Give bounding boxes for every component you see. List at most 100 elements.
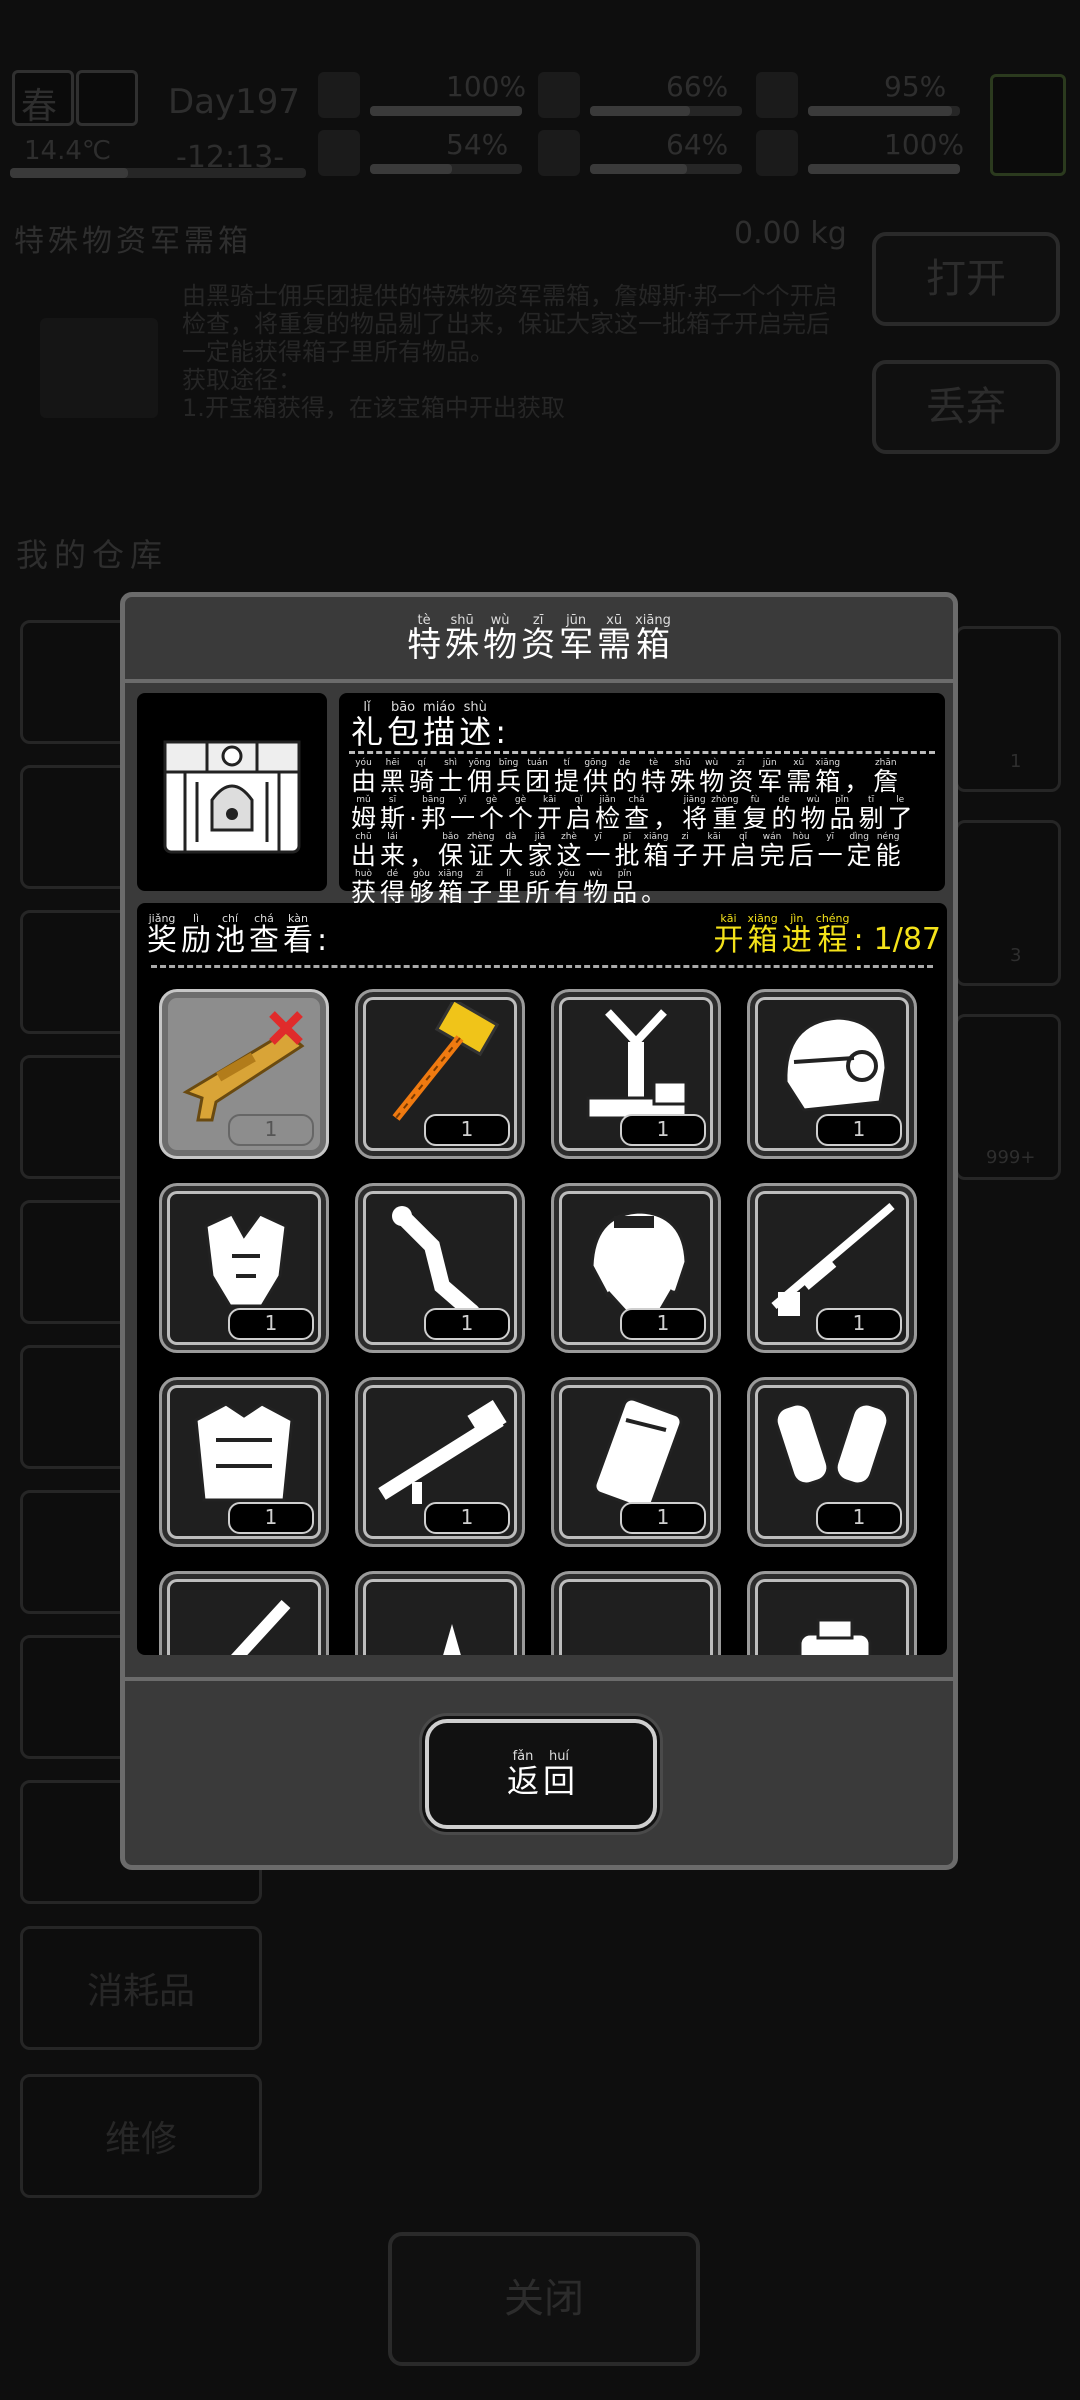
reward-slot[interactable]: 1	[551, 989, 721, 1159]
ruby-char: miáo 描	[423, 700, 456, 751]
ruby-char: xiāng 箱	[643, 832, 669, 870]
ruby-char: bāo 包	[387, 700, 420, 751]
reward-slot[interactable]: 1	[747, 989, 917, 1159]
backpack-icon	[798, 1618, 872, 1655]
heart-value: 100%	[884, 128, 965, 161]
ruby-char: kāi 开	[713, 912, 744, 958]
dialog-title: tè 特 shū 殊 wù 物 zī 资 jūn 军 xū 需 xiāng 箱	[125, 597, 953, 683]
ruby-char: xiāng 箱	[747, 912, 778, 958]
side-item-consumables[interactable]: 消耗品	[20, 1926, 262, 2050]
minigun-icon	[231, 1599, 291, 1655]
ruby-char: tè 特	[641, 758, 667, 796]
reward-slot[interactable]: 1	[355, 1377, 525, 1547]
reward-slot[interactable]	[159, 1571, 329, 1655]
ruby-char: néng 能	[875, 832, 901, 870]
ruby-char: fù 复	[742, 795, 768, 833]
ruby-char: yī 一	[450, 795, 476, 833]
reward-slot[interactable]	[355, 1571, 525, 1655]
ruby-char: :	[495, 713, 507, 751]
mood-bar	[808, 106, 960, 116]
reward-slot[interactable]: 1	[551, 1183, 721, 1353]
ruby-char: chá 查	[249, 912, 279, 958]
ruby-char: 。	[641, 878, 667, 907]
crate-info: lǐ 礼 bāo 包 miáo 描 shù 述 : yóu 由 hēi 黑 qí 骑 shì 士 yōng 佣 b…	[137, 693, 947, 906]
ruby-char: huò 获	[351, 869, 377, 907]
ruby-char: qǐ 启	[730, 832, 756, 870]
food-icon	[538, 72, 580, 118]
ruby-char: shū 殊	[445, 613, 480, 665]
description-line: yóu 由 hēi 黑 qí 骑 shì 士 yōng 佣 bīng 兵 tuán 团 tí 提 gōng 供 de…	[349, 758, 935, 795]
item-count-badge: 1	[424, 1502, 510, 1534]
ruby-char: chū 出	[351, 832, 377, 870]
ruby-char: ，	[844, 767, 870, 796]
close-button[interactable]: 关闭	[388, 2232, 700, 2366]
ruby-char: zi 子	[672, 832, 698, 870]
reward-slot[interactable]	[551, 1571, 721, 1655]
ruby-char: pǐn 品	[829, 795, 855, 833]
reward-slot[interactable]: 1	[159, 1377, 329, 1547]
back-button[interactable]: fǎn 返 huí 回	[425, 1719, 657, 1829]
ruby-char: zhòng 重	[711, 795, 739, 833]
health-icon	[318, 72, 360, 118]
ruby-char: :	[317, 923, 328, 958]
reward-slot[interactable]: 1	[355, 989, 525, 1159]
item-description: 由黑骑士佣兵团提供的特殊物资军需箱，詹姆斯·邦一个个开启检查，将重复的物品剔了出…	[182, 282, 838, 422]
ruby-char: chéng 程	[815, 912, 850, 958]
open-button[interactable]: 打开	[872, 232, 1060, 326]
shoulder-armor-icon	[204, 1212, 288, 1308]
ruby-char: hòu 后	[788, 832, 814, 870]
backpack-slot	[990, 74, 1066, 176]
ruby-char: wù 物	[800, 795, 826, 833]
reward-slot[interactable]	[747, 1571, 917, 1655]
warehouse-slot[interactable]: 999+	[955, 1014, 1061, 1180]
ruby-char: jiā 家	[527, 832, 553, 870]
food-value: 66%	[666, 70, 729, 103]
warehouse-slot[interactable]: 1	[955, 626, 1061, 792]
ruby-char: ，	[653, 804, 679, 833]
ruby-char: xū 需	[597, 613, 632, 665]
ruby-char: zhè 这	[556, 832, 582, 870]
ruby-char: wù 物	[699, 758, 725, 796]
divider	[349, 751, 935, 754]
warehouse-slot[interactable]: 3	[955, 820, 1061, 986]
ruby-char: dà 大	[498, 832, 524, 870]
ruby-char: kàn 看	[283, 912, 313, 958]
discard-button[interactable]: 丢弃	[872, 360, 1060, 454]
ruby-char: fǎn 返	[506, 1749, 539, 1800]
reward-slot[interactable]: 1	[159, 989, 329, 1159]
progress-value: 1/87	[873, 922, 941, 957]
warehouse-title: 我的仓库	[16, 536, 169, 574]
crate-icon	[137, 693, 327, 891]
ruby-char: chá 查	[624, 795, 650, 833]
stamina-icon	[318, 130, 360, 176]
reward-slot[interactable]: 1	[355, 1183, 525, 1353]
heart-bar	[808, 164, 960, 174]
ruby-char: chí 池	[215, 912, 245, 958]
item-count-badge: 1	[620, 1114, 706, 1146]
ruby-char: zhèng 证	[467, 832, 495, 870]
ruby-char: pǐn 品	[612, 869, 638, 907]
ruby-char: bīng 兵	[496, 758, 522, 796]
ruby-char: pī 批	[614, 832, 640, 870]
ruby-char: tuán 团	[525, 758, 551, 796]
reward-slot[interactable]: 1	[747, 1183, 917, 1353]
pool-label: jiǎng 奖 lì 励 chí 池 chá 查 kàn 看 :	[145, 907, 329, 957]
ruby-char: yóu 由	[351, 758, 377, 796]
ruby-char: yī 一	[817, 832, 843, 870]
reward-slot[interactable]: 1	[159, 1183, 329, 1353]
ruby-char: xiāng 箱	[815, 758, 841, 796]
ruby-char: dé 得	[380, 869, 406, 907]
ruby-char: ，	[409, 841, 435, 870]
ruby-char: :	[853, 923, 864, 958]
reward-slot[interactable]: 1	[551, 1377, 721, 1547]
season-badge: 春	[12, 70, 74, 127]
ruby-char: jiāng 将	[682, 795, 708, 833]
ruby-char: de 的	[771, 795, 797, 833]
ruby-char: tí 提	[554, 758, 580, 796]
ruby-char: ·	[409, 804, 417, 833]
side-item-repair[interactable]: 维修	[20, 2074, 262, 2198]
water-icon	[538, 130, 580, 176]
open-progress: kāi 开 xiāng 箱 jìn 进 chéng 程 : 1/87	[712, 907, 942, 958]
health-bar	[370, 106, 522, 116]
reward-slot[interactable]: 1	[747, 1377, 917, 1547]
